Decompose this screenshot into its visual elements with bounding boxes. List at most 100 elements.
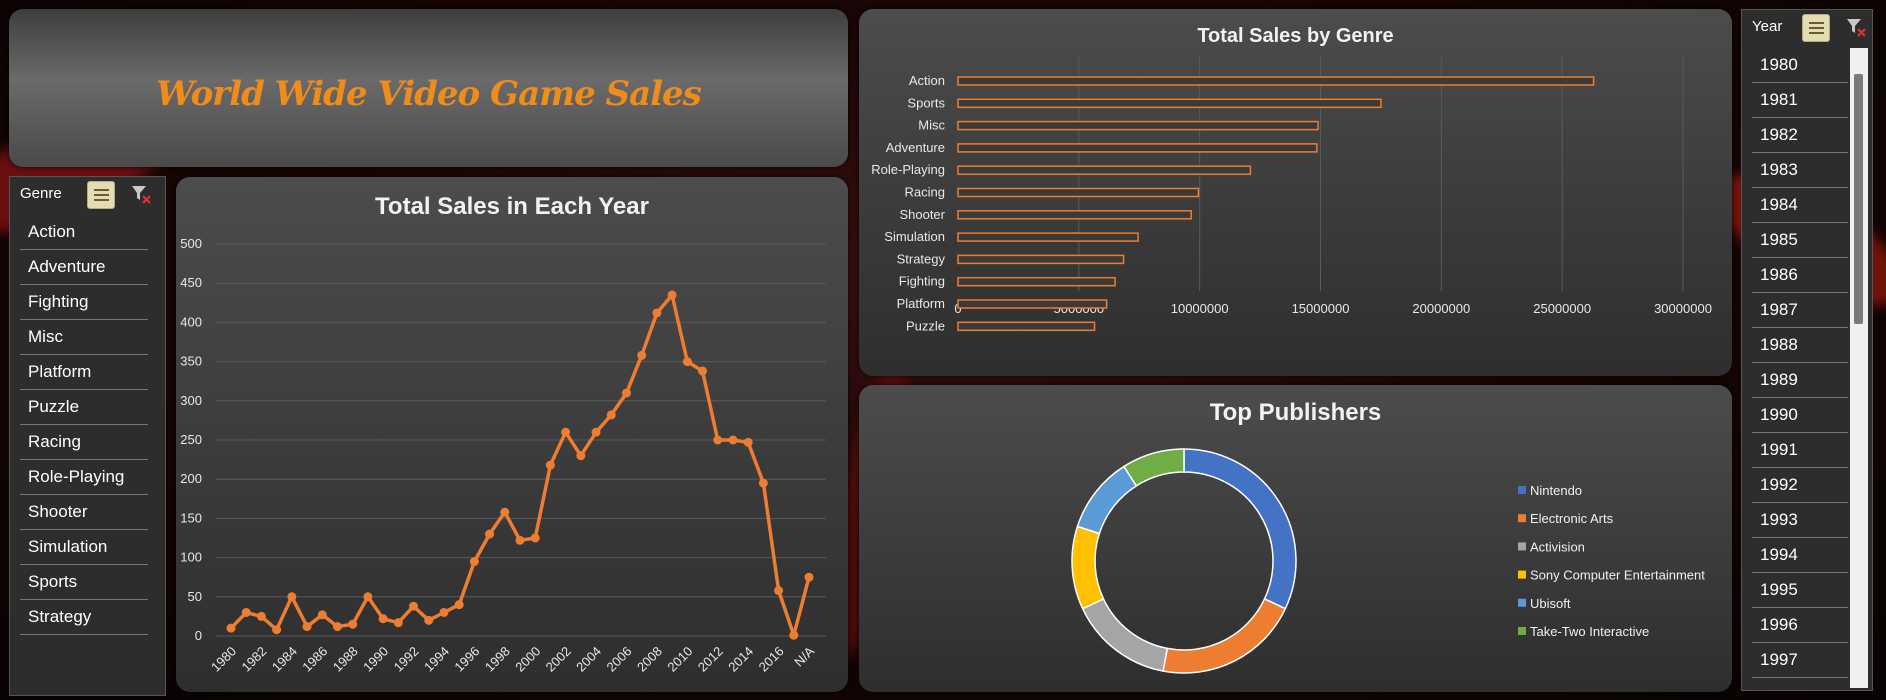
data-point[interactable]	[698, 366, 708, 376]
data-point[interactable]	[256, 611, 266, 621]
slicer-item[interactable]: 1993	[1752, 505, 1848, 538]
slicer-item[interactable]: 1981	[1752, 85, 1848, 118]
slicer-item[interactable]: 1986	[1752, 260, 1848, 293]
data-point[interactable]	[485, 529, 495, 539]
bar[interactable]	[957, 254, 1125, 265]
donut-chart-panel: Top Publishers Nintendo Electronic Arts Ac…	[859, 385, 1732, 692]
clear-filter-icon[interactable]	[1845, 16, 1867, 38]
data-point[interactable]	[682, 357, 692, 367]
slicer-item[interactable]: Shooter	[20, 497, 148, 530]
slicer-item[interactable]: Misc	[20, 322, 148, 355]
slicer-item[interactable]: Adventure	[20, 252, 148, 285]
category-label: Adventure	[886, 140, 945, 155]
x-tick-label: 2006	[604, 644, 635, 675]
data-point[interactable]	[637, 350, 647, 360]
bar[interactable]	[957, 321, 1096, 332]
data-point[interactable]	[241, 607, 251, 617]
y-tick-label: 150	[180, 510, 202, 525]
data-point[interactable]	[606, 410, 616, 420]
data-point[interactable]	[789, 630, 799, 640]
slicer-item[interactable]: Fighting	[20, 287, 148, 320]
scrollbar-thumb[interactable]	[1854, 74, 1863, 324]
data-point[interactable]	[454, 600, 464, 610]
donut-slice[interactable]	[1122, 448, 1185, 487]
data-point[interactable]	[621, 388, 631, 398]
slicer-item[interactable]: 1994	[1752, 540, 1848, 573]
slicer-item[interactable]: 1987	[1752, 295, 1848, 328]
slicer-item[interactable]: 1995	[1752, 575, 1848, 608]
data-point[interactable]	[530, 533, 540, 543]
data-point[interactable]	[591, 427, 601, 437]
slicer-item[interactable]: 1991	[1752, 435, 1848, 468]
data-point[interactable]	[713, 435, 723, 445]
data-point[interactable]	[743, 437, 753, 447]
donut-slice[interactable]	[1071, 525, 1105, 610]
bar[interactable]	[957, 76, 1595, 86]
bar[interactable]	[957, 120, 1319, 131]
bar-chart-panel: Total Sales by Genre 0500000010000000150…	[859, 9, 1732, 376]
slicer-item[interactable]: Platform	[20, 357, 148, 390]
slicer-item[interactable]: 1984	[1752, 190, 1848, 223]
data-point[interactable]	[226, 623, 236, 633]
slicer-item[interactable]: Sports	[20, 567, 148, 600]
slicer-item[interactable]: 1990	[1752, 400, 1848, 433]
data-point[interactable]	[758, 478, 768, 488]
donut-slice[interactable]	[1081, 597, 1169, 672]
data-point[interactable]	[576, 451, 586, 461]
slicer-item[interactable]: Racing	[20, 427, 148, 460]
bar[interactable]	[957, 210, 1192, 220]
slicer-item[interactable]: 1989	[1752, 365, 1848, 398]
data-point[interactable]	[424, 615, 434, 625]
bar[interactable]	[957, 299, 1108, 309]
data-point[interactable]	[515, 535, 525, 545]
donut-slice[interactable]	[1162, 597, 1287, 674]
data-point[interactable]	[348, 619, 358, 629]
data-point[interactable]	[561, 427, 571, 437]
slicer-item[interactable]: 1980	[1752, 50, 1848, 83]
slicer-item[interactable]: 1997	[1752, 645, 1848, 678]
data-point[interactable]	[302, 622, 312, 632]
data-point[interactable]	[378, 614, 388, 624]
data-point[interactable]	[500, 507, 510, 517]
data-point[interactable]	[287, 592, 297, 602]
donut-slice[interactable]	[1183, 448, 1297, 610]
clear-filter-icon[interactable]	[130, 183, 152, 205]
bar[interactable]	[957, 232, 1139, 242]
data-point[interactable]	[439, 607, 449, 617]
data-point[interactable]	[804, 572, 814, 582]
slicer-item[interactable]: 1983	[1752, 155, 1848, 188]
scrollbar-track[interactable]	[1850, 48, 1868, 688]
data-point[interactable]	[545, 460, 555, 470]
bar[interactable]	[957, 165, 1252, 175]
slicer-item[interactable]: Role-Playing	[20, 462, 148, 495]
data-point[interactable]	[393, 618, 403, 628]
slicer-item[interactable]: Action	[20, 217, 148, 250]
slicer-item[interactable]: 1982	[1752, 120, 1848, 153]
bar[interactable]	[957, 276, 1116, 287]
data-point[interactable]	[332, 622, 342, 632]
slicer-item[interactable]: 1988	[1752, 330, 1848, 363]
slicer-item[interactable]: Strategy	[20, 602, 148, 635]
multi-select-icon[interactable]	[1802, 14, 1830, 42]
slicer-item[interactable]: Simulation	[20, 532, 148, 565]
slicer-item[interactable]: 1992	[1752, 470, 1848, 503]
data-point[interactable]	[409, 601, 419, 611]
slicer-item[interactable]: 1996	[1752, 610, 1848, 643]
data-point[interactable]	[272, 625, 282, 635]
slicer-item[interactable]: Puzzle	[20, 392, 148, 425]
data-point[interactable]	[363, 592, 373, 602]
multi-select-icon[interactable]	[87, 181, 115, 209]
data-point[interactable]	[652, 308, 662, 318]
data-point[interactable]	[317, 610, 327, 620]
x-tick-label: 1988	[330, 644, 361, 675]
data-point[interactable]	[728, 435, 738, 445]
slicer-item[interactable]: 1985	[1752, 225, 1848, 258]
data-point[interactable]	[469, 557, 479, 567]
bar[interactable]	[957, 98, 1382, 109]
y-tick-label: 200	[180, 471, 202, 486]
data-point[interactable]	[774, 586, 784, 596]
data-point[interactable]	[667, 290, 677, 300]
donut-slice[interactable]	[1076, 465, 1138, 535]
bar[interactable]	[957, 187, 1200, 198]
bar[interactable]	[957, 143, 1318, 153]
